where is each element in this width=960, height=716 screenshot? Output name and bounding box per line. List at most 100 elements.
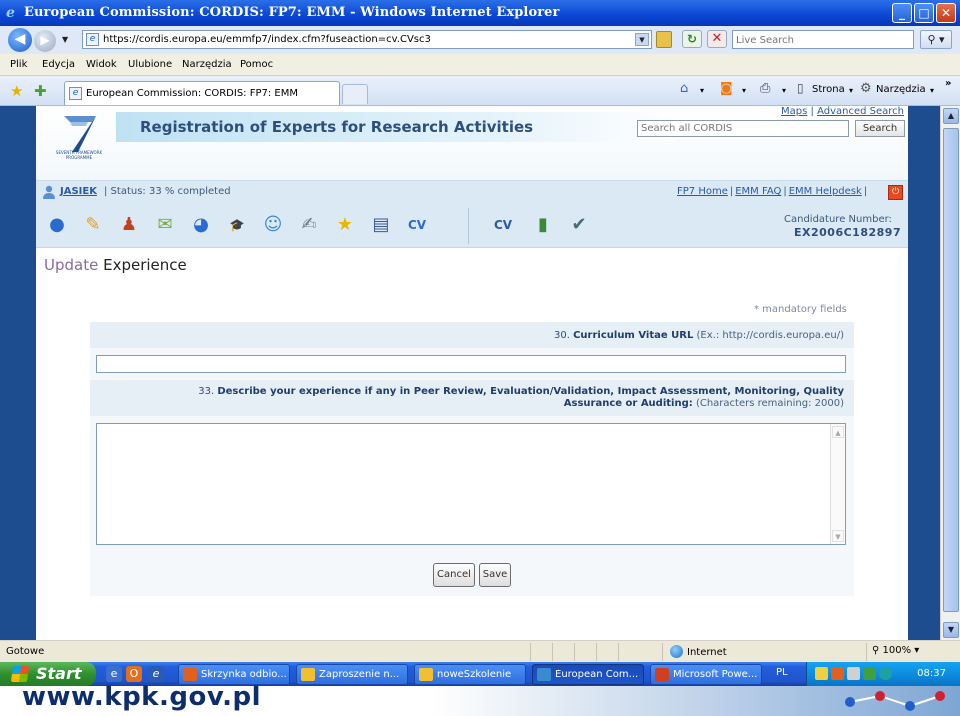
textarea-scroll-down-icon[interactable]: ▼ bbox=[832, 530, 844, 542]
book-icon[interactable]: ▮ bbox=[528, 210, 558, 240]
task-label: Zaproszenie n... bbox=[319, 669, 400, 680]
cordis-search-input[interactable] bbox=[641, 121, 846, 136]
stop-icon[interactable]: ✕ bbox=[707, 30, 727, 48]
menu-pomoc[interactable]: Pomoc bbox=[240, 59, 273, 70]
menu-plik[interactable]: Plik bbox=[10, 59, 27, 70]
rss-dropdown-icon[interactable]: ▾ bbox=[742, 86, 746, 95]
favorites-star-icon[interactable]: ★ bbox=[10, 82, 23, 100]
textarea-scrollbar[interactable]: ▲ ▼ bbox=[830, 424, 845, 544]
close-button[interactable]: ✕ bbox=[936, 3, 956, 23]
scroll-thumb[interactable] bbox=[943, 128, 959, 612]
cordis-search-button[interactable]: Search bbox=[855, 120, 905, 137]
tab-cordis[interactable]: e European Commission: CORDIS: FP7: EMM bbox=[64, 81, 340, 105]
start-label: Start bbox=[36, 664, 82, 683]
page-scrollbar[interactable]: ▲ ▼ bbox=[940, 106, 960, 640]
ie-logo-icon: e bbox=[6, 5, 15, 21]
personal-data-icon[interactable]: ● bbox=[42, 210, 72, 240]
maps-link[interactable]: Maps bbox=[781, 106, 807, 117]
zoom-level[interactable]: ⚲ 100% ▾ bbox=[872, 645, 919, 656]
cv-section-toolbar: ● ✎ ♟ ✉ ◕ 🎓 ☺ ✍ ★ ▤ CV CV ▮ ✔ Candidature Number: EX… bbox=[36, 204, 908, 248]
cordis-search-box[interactable] bbox=[637, 120, 849, 137]
tray-network-icon[interactable] bbox=[847, 667, 860, 680]
scroll-down-icon[interactable]: ▼ bbox=[943, 622, 959, 638]
page-icon: e bbox=[86, 33, 99, 46]
taskbar-task[interactable]: Microsoft Powe... bbox=[650, 664, 762, 685]
cv-url-input[interactable] bbox=[99, 356, 844, 372]
rss-icon[interactable]: ◙ bbox=[720, 81, 733, 96]
taskbar-task[interactable]: noweSzkolenie bbox=[414, 664, 526, 685]
minimize-button[interactable]: _ bbox=[892, 3, 912, 23]
q33-label: 33. Describe your experience if any in P… bbox=[198, 386, 844, 410]
fp7-home-link[interactable]: FP7 Home bbox=[677, 186, 728, 197]
textarea-scroll-up-icon[interactable]: ▲ bbox=[832, 426, 844, 438]
back-button[interactable]: ◀ bbox=[8, 28, 32, 52]
taskbar-task[interactable]: Zaproszenie n... bbox=[296, 664, 408, 685]
lock-icon[interactable] bbox=[656, 31, 672, 48]
maximize-button[interactable]: □ bbox=[914, 3, 934, 23]
emm-faq-link[interactable]: EMM FAQ bbox=[735, 186, 781, 197]
favourites-icon[interactable]: ★ bbox=[330, 210, 360, 240]
menu-widok[interactable]: Widok bbox=[86, 59, 117, 70]
task-label: Skrzynka odbio... bbox=[201, 669, 287, 680]
quicklaunch-browser-icon[interactable]: e bbox=[148, 666, 164, 682]
url-dropdown-icon[interactable]: ▼ bbox=[635, 33, 649, 46]
history-dropdown-icon[interactable]: ▼ bbox=[62, 35, 68, 44]
menu-edycja[interactable]: Edycja bbox=[42, 59, 75, 70]
cancel-button[interactable]: Cancel bbox=[433, 563, 475, 587]
cv-export-icon[interactable]: CV bbox=[402, 210, 432, 240]
home-icon[interactable]: ⌂ bbox=[680, 81, 688, 96]
expertise-icon[interactable]: ◕ bbox=[186, 210, 216, 240]
url-text[interactable]: https://cordis.europa.eu/emmfp7/index.cf… bbox=[103, 34, 431, 45]
toolbar-overflow-icon[interactable]: » bbox=[945, 78, 951, 89]
print-dropdown-icon[interactable]: ▾ bbox=[782, 86, 786, 95]
save-button[interactable]: Save bbox=[479, 563, 511, 587]
language-indicator[interactable]: PL bbox=[776, 667, 788, 678]
experience-icon[interactable]: ✍ bbox=[294, 210, 324, 240]
search-icon[interactable]: ⚲ ▾ bbox=[920, 30, 952, 49]
home-dropdown-icon[interactable]: ▾ bbox=[700, 86, 704, 95]
logout-icon[interactable]: ⏻ bbox=[888, 185, 903, 200]
emm-helpdesk-link[interactable]: EMM Helpdesk bbox=[789, 186, 862, 197]
status-cell bbox=[596, 643, 618, 661]
refresh-icon[interactable]: ↻ bbox=[682, 30, 702, 48]
menu-ulubione[interactable]: Ulubione bbox=[128, 59, 172, 70]
contact-details-icon[interactable]: ✎ bbox=[78, 210, 108, 240]
cv-view-icon[interactable]: CV bbox=[488, 210, 518, 240]
url-field[interactable]: e https://cordis.europa.eu/emmfp7/index.… bbox=[82, 30, 652, 49]
checklist-icon[interactable]: ✔ bbox=[564, 210, 594, 240]
documents-icon[interactable]: ▤ bbox=[366, 210, 396, 240]
live-search-input[interactable] bbox=[736, 32, 906, 48]
scroll-up-icon[interactable]: ▲ bbox=[943, 108, 959, 124]
family-icon[interactable]: ♟ bbox=[114, 210, 144, 240]
forward-button[interactable]: ▶ bbox=[34, 30, 56, 52]
tray-security-icon[interactable] bbox=[879, 667, 892, 680]
live-search-box[interactable] bbox=[732, 30, 914, 49]
professional-icon[interactable]: ☺ bbox=[258, 210, 288, 240]
page-menu[interactable]: Strona bbox=[812, 84, 845, 95]
add-favorite-icon[interactable]: ✚ bbox=[34, 82, 47, 100]
quicklaunch-ie-icon[interactable]: e bbox=[106, 666, 122, 682]
taskbar-task[interactable]: European Com... bbox=[532, 664, 644, 685]
task-app-icon bbox=[537, 668, 551, 681]
user-name-link[interactable]: JASIEK bbox=[60, 186, 97, 197]
task-label: European Com... bbox=[555, 669, 639, 680]
security-zone[interactable]: Internet bbox=[670, 645, 727, 658]
q30-number: 30. bbox=[554, 330, 570, 341]
cv-url-field[interactable] bbox=[96, 355, 846, 373]
tray-outlook-icon[interactable] bbox=[831, 667, 844, 680]
tools-menu[interactable]: Narzędzia bbox=[876, 84, 926, 95]
menu-narzedzia[interactable]: Narzędzia bbox=[182, 59, 232, 70]
print-icon[interactable]: ⎙ bbox=[760, 81, 770, 96]
quicklaunch-outlook-icon[interactable]: O bbox=[126, 666, 142, 682]
education-icon[interactable]: 🎓 bbox=[222, 210, 252, 240]
tray-sound-icon[interactable] bbox=[863, 667, 876, 680]
languages-icon[interactable]: ✉ bbox=[150, 210, 180, 240]
advanced-search-link[interactable]: Advanced Search bbox=[817, 106, 904, 117]
q30-title: Curriculum Vitae URL bbox=[573, 330, 694, 341]
new-tab-button[interactable] bbox=[342, 84, 368, 104]
registration-banner: Registration of Experts for Research Act… bbox=[116, 112, 676, 142]
experience-textarea[interactable]: ▲ ▼ bbox=[96, 423, 846, 545]
tools-dropdown-icon[interactable]: ▾ bbox=[930, 86, 934, 95]
page-menu-dropdown-icon[interactable]: ▾ bbox=[849, 86, 853, 95]
tray-mail-icon[interactable] bbox=[815, 667, 828, 680]
